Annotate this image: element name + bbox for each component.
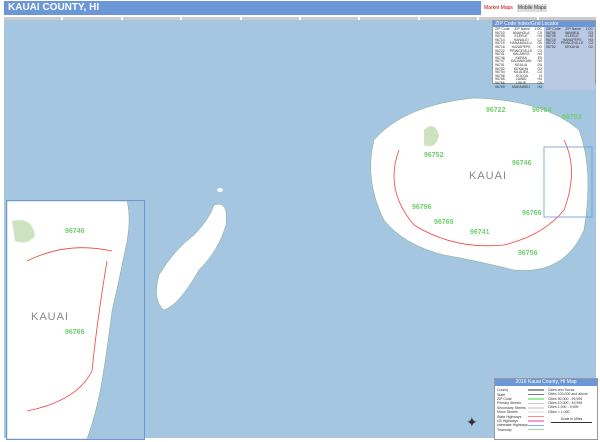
- legend-title: 2016 Kauai County, HI Map: [495, 379, 597, 386]
- zip-label: 96796: [412, 204, 432, 211]
- legend-item: Township: [497, 428, 544, 432]
- legend-swatch: [528, 420, 544, 422]
- kauai-island: [370, 97, 589, 271]
- legend-cities: Cities and Towns Cities 100,000 and abov…: [546, 386, 597, 434]
- zip-label: 96703: [562, 114, 582, 121]
- legend-item-label: State: [497, 392, 506, 397]
- zip-label: 96741: [470, 229, 490, 236]
- zip-cell: 96752: [546, 44, 556, 49]
- legend-item-label: ZIP Code: [497, 396, 512, 401]
- zip-cell: MAKAWELI: [511, 84, 531, 89]
- legend-swatch: [528, 398, 544, 400]
- zip-index-table: ZIP Code Index/Grid Locator ZIP Code ZIP …: [492, 20, 596, 91]
- logo: Market Maps Mobile Maps: [484, 1, 596, 15]
- inset-county-label: KAUAI: [31, 311, 70, 323]
- zip-label: 96766: [522, 210, 542, 217]
- map-title: KAUAI COUNTY, HI: [4, 1, 481, 15]
- inset-shapes: [7, 201, 130, 439]
- legend-swatch: [528, 407, 544, 409]
- legend-item-label: US Highways: [497, 418, 519, 423]
- zip-cell: 96769: [495, 84, 505, 89]
- zip-label: 96746: [512, 160, 532, 167]
- legend-swatch: [528, 393, 544, 396]
- logo-text: Market Maps: [484, 5, 513, 11]
- county-label: KAUAI: [469, 170, 508, 182]
- legend-lines: County State ZIP Code Primary Streets Second…: [495, 386, 546, 434]
- zip-label: 96769: [434, 219, 454, 226]
- zip-row: 96752 KEKAHA G2: [546, 44, 593, 50]
- zip-label: 96722: [486, 107, 506, 114]
- zip-label: 96754: [532, 107, 552, 114]
- scale-bar: [551, 421, 592, 423]
- scale-label: Scale in Miles: [560, 416, 583, 421]
- legend-item-label: County: [497, 388, 509, 393]
- legend-item-label: Interstate Highways: [497, 423, 528, 428]
- legend-item-label: State Highways: [497, 414, 522, 419]
- legend-item-label: Secondary Streets: [497, 405, 526, 410]
- legend-swatch: [528, 424, 544, 427]
- zip-row: 96769 MAKAWELI H3: [495, 84, 542, 90]
- zip-column-right: ZIP Code ZIP Name LOC 96796 WAIMEA G3 96705 ELE…: [544, 27, 595, 91]
- legend-city: Cities < 1,000: [548, 409, 570, 414]
- lehua-island: [217, 188, 223, 192]
- legend-item-label: Primary Streets: [497, 401, 522, 406]
- zip-cell: G2: [588, 44, 593, 49]
- zip-column-left: ZIP Code ZIP Name LOC 96703 ANAHOLA C5 96705 EL…: [493, 27, 544, 90]
- legend-swatch: [528, 428, 544, 431]
- zip-label: 96752: [424, 152, 444, 159]
- inset-map[interactable]: 96746 KAUAI 96766: [6, 200, 145, 440]
- legend-item-label: Township: [497, 427, 512, 432]
- legend-swatch: [528, 389, 544, 391]
- legend-swatch: [528, 415, 544, 418]
- zip-cell: KEKAHA: [564, 44, 580, 49]
- niihau-island: [156, 203, 227, 311]
- legend-item-label: Minor Streets: [497, 410, 518, 415]
- logo-badge: Mobile Maps: [516, 4, 548, 12]
- legend-swatch: [528, 402, 544, 405]
- legend-swatch: [528, 411, 544, 413]
- zip-cell: H3: [537, 84, 542, 89]
- zip-label: 96766: [65, 329, 85, 336]
- zip-label: 96756: [518, 250, 538, 257]
- zip-label: 96746: [65, 228, 85, 235]
- legend: 2016 Kauai County, HI Map County State ZIP…: [494, 378, 598, 440]
- compass-icon: ✦: [466, 414, 478, 430]
